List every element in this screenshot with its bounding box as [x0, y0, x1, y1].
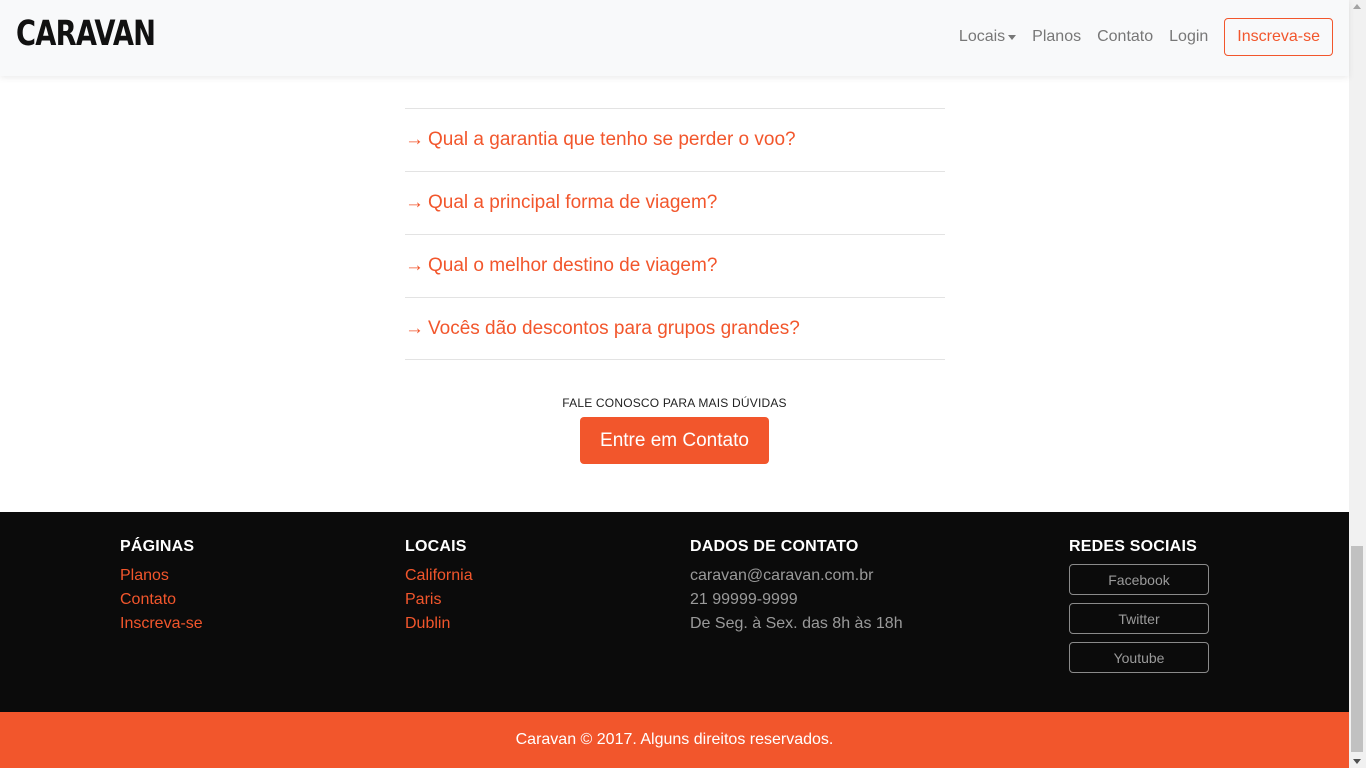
footer-link-inscreva[interactable]: Inscreva-se	[120, 612, 203, 636]
footer-social-column: REDES SOCIAIS Facebook Twitter Youtube	[1069, 538, 1209, 681]
facebook-button[interactable]: Facebook	[1069, 564, 1209, 595]
faq-list: → Qual a garantia que tenho se perder o …	[405, 108, 945, 360]
arrow-right-icon: →	[405, 255, 424, 276]
footer-link-planos[interactable]: Planos	[120, 564, 203, 588]
scroll-up-arrow-icon[interactable]	[1353, 4, 1361, 9]
footer-pages-column: PÁGINAS Planos Contato Inscreva-se	[120, 538, 203, 636]
scroll-down-arrow-icon[interactable]	[1353, 759, 1361, 764]
footer-link-paris[interactable]: Paris	[405, 588, 473, 612]
contact-email: caravan@caravan.com.br	[690, 567, 874, 584]
nav-locais-dropdown[interactable]: Locais	[958, 28, 1017, 46]
faq-item[interactable]: → Qual o melhor destino de viagem?	[405, 234, 945, 297]
footer-contact-column: DADOS DE CONTATO caravan@caravan.com.br …	[690, 538, 903, 636]
copyright-bar: Caravan © 2017. Alguns direitos reservad…	[0, 712, 1349, 768]
caret-down-icon	[1008, 35, 1017, 40]
faq-item[interactable]: → Vocês dão descontos para grupos grande…	[405, 297, 945, 360]
nav-links: Locais Planos Contato Login Inscreva-se	[943, 18, 1333, 56]
nav-contato[interactable]: Contato	[1097, 28, 1153, 46]
contact-hours: De Seg. à Sex. das 8h às 18h	[690, 615, 903, 632]
contact-button[interactable]: Entre em Contato	[580, 417, 769, 464]
footer-locais-column: LOCAIS California Paris Dublin	[405, 538, 473, 636]
footer-pages-heading: PÁGINAS	[120, 538, 195, 555]
nav-locais-label: Locais	[958, 28, 1006, 45]
faq-item[interactable]: → Qual a garantia que tenho se perder o …	[405, 108, 945, 171]
scrollbar[interactable]	[1349, 0, 1366, 768]
navbar: CARAVAN Locais Planos Contato Login Insc…	[0, 0, 1349, 76]
faq-question: Qual o melhor destino de viagem?	[428, 255, 718, 276]
footer-social-heading: REDES SOCIAIS	[1069, 538, 1197, 555]
scrollbar-thumb[interactable]	[1351, 546, 1363, 752]
page: CARAVAN Locais Planos Contato Login Insc…	[0, 0, 1366, 768]
footer: PÁGINAS Planos Contato Inscreva-se LOCAI…	[0, 512, 1349, 712]
nav-login[interactable]: Login	[1169, 28, 1208, 46]
footer-locais-heading: LOCAIS	[405, 538, 467, 555]
footer-link-dublin[interactable]: Dublin	[405, 612, 473, 636]
contact-prompt: FALE CONOSCO PARA MAIS DÚVIDAS	[562, 396, 787, 410]
footer-contact-heading: DADOS DE CONTATO	[690, 538, 859, 555]
arrow-right-icon: →	[405, 129, 424, 150]
nav-planos[interactable]: Planos	[1032, 28, 1081, 46]
youtube-button[interactable]: Youtube	[1069, 642, 1209, 673]
twitter-button[interactable]: Twitter	[1069, 603, 1209, 634]
brand-logo[interactable]: CARAVAN	[16, 14, 156, 54]
footer-link-contato[interactable]: Contato	[120, 588, 203, 612]
faq-question: Qual a principal forma de viagem?	[428, 192, 718, 213]
contact-phone: 21 99999-9999	[690, 591, 798, 608]
arrow-right-icon: →	[405, 192, 424, 213]
faq-item[interactable]: → Qual a principal forma de viagem?	[405, 171, 945, 234]
faq-question: Qual a garantia que tenho se perder o vo…	[428, 129, 796, 150]
arrow-right-icon: →	[405, 317, 424, 339]
signup-button[interactable]: Inscreva-se	[1224, 18, 1333, 56]
footer-link-california[interactable]: California	[405, 564, 473, 588]
faq-question: Vocês dão descontos para grupos grandes?	[428, 317, 800, 339]
